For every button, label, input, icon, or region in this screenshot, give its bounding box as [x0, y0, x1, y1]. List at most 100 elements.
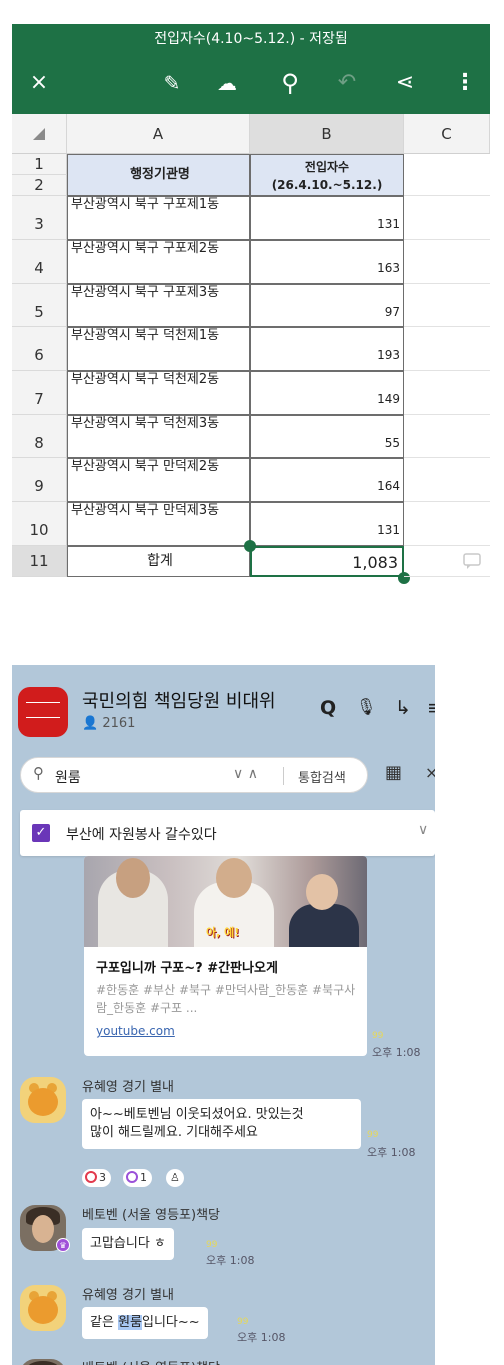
agency-cell[interactable]: 부산광역시 북구 구포제2동: [67, 240, 250, 284]
row-number[interactable]: 1: [12, 154, 67, 175]
close-search-icon[interactable]: ×: [425, 763, 435, 782]
message-bubble[interactable]: 고맙습니다 ㅎ: [82, 1228, 174, 1260]
selection-handle-top[interactable]: [244, 540, 256, 552]
checkbox-icon: ✓: [32, 824, 50, 842]
search-icon[interactable]: ⚲: [275, 68, 305, 98]
sender-name[interactable]: 베토벤 (서울 영등포)책당: [82, 1204, 220, 1223]
profile-avatar[interactable]: [20, 1285, 66, 1331]
kakaotalk-screenshot: 국민의힘 책임당원 비대위 👤 2161 Q 🎙 ↳ ≡ ⚲ 원룸 ∨ ∧ 통합…: [12, 665, 435, 1365]
sender-name[interactable]: 유혜영 경기 별내: [82, 1076, 174, 1095]
empty-cell[interactable]: [404, 196, 490, 240]
agency-cell[interactable]: 부산광역시 북구 구포제1동: [67, 196, 250, 240]
total-label-cell[interactable]: 합계: [67, 546, 250, 577]
menu-icon[interactable]: ≡: [427, 697, 435, 719]
calendar-icon[interactable]: ▦: [385, 762, 402, 783]
empty-cell[interactable]: [404, 502, 490, 546]
chat-header: 국민의힘 책임당원 비대위 👤 2161 Q 🎙 ↳ ≡: [12, 665, 435, 753]
reaction-heart[interactable]: 3: [82, 1169, 111, 1187]
thumbnail-caption: 아, 예!: [206, 926, 240, 939]
sender-name[interactable]: 유혜영 경기 별내: [82, 1284, 174, 1303]
search-nav-arrows[interactable]: ∨ ∧: [233, 766, 258, 782]
row-number[interactable]: 9: [12, 458, 67, 502]
divider: [283, 767, 284, 785]
empty-cell[interactable]: [404, 415, 490, 458]
empty-cell[interactable]: [404, 371, 490, 415]
corner-triangle-icon: [33, 127, 45, 140]
link-title: 구포입니까 구포~? #간판나오게: [96, 961, 278, 976]
search-icon[interactable]: Q: [320, 697, 336, 719]
header-cell-count[interactable]: 전입자수 (26.4.10.~5.12.): [250, 154, 404, 196]
row-number[interactable]: 11: [12, 546, 67, 577]
more-options-icon[interactable]: ⋮: [450, 68, 480, 98]
search-query[interactable]: 원룸: [55, 767, 81, 787]
row-number[interactable]: 6: [12, 327, 67, 371]
count-cell[interactable]: 131: [250, 502, 404, 546]
search-highlight: 원룸: [118, 1315, 142, 1330]
comment-icon[interactable]: [462, 552, 482, 570]
empty-cell[interactable]: [404, 327, 490, 371]
count-cell[interactable]: 97: [250, 284, 404, 327]
agency-cell[interactable]: 부산광역시 북구 덕천제3동: [67, 415, 250, 458]
agency-cell[interactable]: 부산광역시 북구 구포제3동: [67, 284, 250, 327]
read-count: 99: [206, 1240, 218, 1250]
row-number[interactable]: 3: [12, 196, 67, 240]
pinned-notice[interactable]: ✓ 부산에 자원봉사 갈수있다 ∨: [20, 810, 435, 856]
count-cell[interactable]: 131: [250, 196, 404, 240]
message-bubble[interactable]: 같은 원룸입니다~~: [82, 1307, 208, 1339]
link-preview-card[interactable]: 아, 예! 구포입니까 구포~? #간판나오게 #한동훈 #부산 #북구 #만덕…: [84, 856, 367, 1056]
count-cell[interactable]: 149: [250, 371, 404, 415]
profile-avatar[interactable]: [20, 1359, 66, 1365]
empty-cell[interactable]: [404, 154, 490, 196]
header-cell-agency[interactable]: 행정기관명: [67, 154, 250, 196]
count-cell[interactable]: 163: [250, 240, 404, 284]
chevron-down-icon[interactable]: ∨: [418, 822, 428, 838]
total-value-cell-selected[interactable]: 1,083: [250, 546, 404, 577]
column-header-a[interactable]: A: [67, 114, 250, 153]
empty-cell[interactable]: [404, 284, 490, 327]
message-bubble[interactable]: 아~~베토벤님 이웃되셨어요. 맛있는것 많이 해드릴께요. 기대해주세요: [82, 1099, 361, 1149]
agency-cell[interactable]: 부산광역시 북구 만덕제2동: [67, 458, 250, 502]
sender-name[interactable]: 베토벤 (서울 영등포)책당: [82, 1357, 220, 1365]
link-url[interactable]: youtube.com: [96, 1024, 175, 1038]
member-count-value: 2161: [102, 716, 136, 731]
spreadsheet-grid: A B C 1 2 3 4 5 6 7 8 9 10 11 행정기관명 전입자수…: [12, 114, 490, 584]
cloud-upload-icon[interactable]: ☁: [212, 68, 242, 98]
read-count: 99: [367, 1130, 379, 1140]
video-thumbnail[interactable]: 아, 예!: [84, 856, 367, 947]
member-count[interactable]: 👤 2161: [82, 716, 135, 731]
reaction-add[interactable]: ♙: [166, 1169, 184, 1187]
edit-pen-icon[interactable]: ✎: [157, 68, 187, 98]
profile-avatar[interactable]: [20, 1077, 66, 1123]
row-number[interactable]: 7: [12, 371, 67, 415]
row-number[interactable]: 2: [12, 175, 67, 196]
select-all-corner[interactable]: [12, 114, 67, 153]
empty-cell[interactable]: [404, 240, 490, 284]
agency-cell[interactable]: 부산광역시 북구 덕천제2동: [67, 371, 250, 415]
header-count-label: 전입자수: [304, 160, 350, 174]
column-header-b[interactable]: B: [250, 114, 404, 153]
row-number[interactable]: 4: [12, 240, 67, 284]
empty-cell[interactable]: [404, 546, 490, 577]
count-cell[interactable]: 55: [250, 415, 404, 458]
close-icon[interactable]: ×: [24, 68, 54, 98]
notice-text: 부산에 자원봉사 갈수있다: [66, 827, 217, 843]
row-number[interactable]: 5: [12, 284, 67, 327]
agency-cell[interactable]: 부산광역시 북구 덕천제1동: [67, 327, 250, 371]
undo-icon[interactable]: ↶: [332, 68, 362, 98]
row-number[interactable]: 8: [12, 415, 67, 458]
count-cell[interactable]: 193: [250, 327, 404, 371]
heart-icon: [85, 1171, 97, 1183]
count-cell[interactable]: 164: [250, 458, 404, 502]
microphone-icon[interactable]: 🎙: [356, 697, 376, 716]
column-header-c[interactable]: C: [404, 114, 490, 153]
share-icon[interactable]: ↳: [395, 697, 411, 719]
reaction-like[interactable]: 1: [123, 1169, 152, 1187]
empty-cell[interactable]: [404, 458, 490, 502]
message-search-bar[interactable]: ⚲ 원룸 ∨ ∧ 통합검색: [20, 757, 368, 793]
message-line: 아~~베토벤님 이웃되셨어요. 맛있는것: [90, 1107, 304, 1122]
row-number[interactable]: 10: [12, 502, 67, 546]
integrated-search-button[interactable]: 통합검색: [298, 767, 346, 786]
person-icon: ♙: [170, 1171, 180, 1184]
agency-cell[interactable]: 부산광역시 북구 만덕제3동: [67, 502, 250, 546]
share-icon[interactable]: ⋖: [390, 68, 420, 98]
